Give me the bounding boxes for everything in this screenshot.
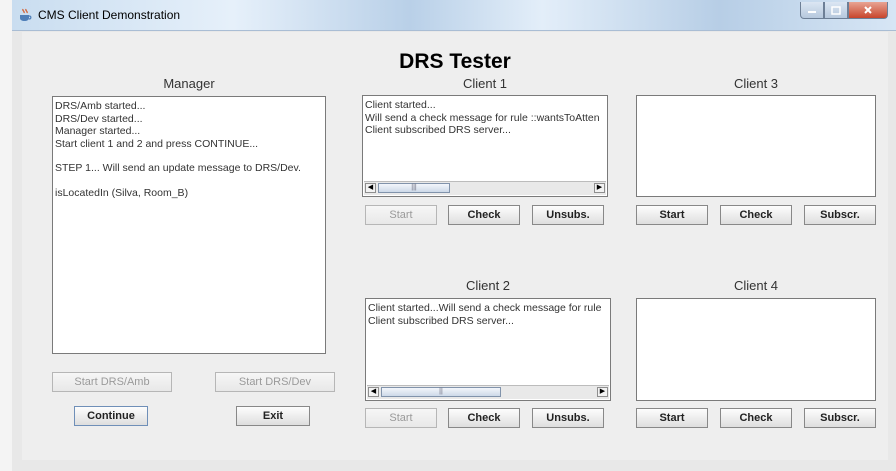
- client-1-start-button[interactable]: Start: [365, 205, 437, 225]
- close-button[interactable]: [848, 2, 888, 19]
- log-line: Start client 1 and 2 and press CONTINUE.…: [55, 137, 259, 150]
- log-line: Will send a check message for rule ::wan…: [365, 111, 600, 124]
- client-4-subscribe-button[interactable]: Subscr.: [804, 408, 876, 428]
- client-4-log-area[interactable]: [636, 298, 876, 401]
- maximize-button[interactable]: [824, 2, 848, 19]
- maximize-icon: [831, 5, 841, 15]
- scroll-thumb[interactable]: |||: [378, 183, 450, 193]
- client-1-unsubscribe-button[interactable]: Unsubs.: [532, 205, 604, 225]
- minimize-button[interactable]: [800, 2, 824, 19]
- arrow-right-icon[interactable]: ▶: [597, 387, 608, 397]
- client-1-log-area[interactable]: Client started... Will send a check mess…: [362, 95, 608, 197]
- manager-log-area[interactable]: DRS/Amb started... DRS/Dev started... Ma…: [52, 96, 326, 354]
- arrow-left-icon[interactable]: ◀: [368, 387, 379, 397]
- client-1-horizontal-scrollbar[interactable]: ◀ ||| ▶: [364, 181, 606, 195]
- client-2-start-button[interactable]: Start: [365, 408, 437, 428]
- minimize-icon: [808, 11, 816, 13]
- log-line: Client subscribed DRS server...: [368, 314, 514, 327]
- client-2-horizontal-scrollbar[interactable]: ◀ || ▶: [367, 385, 609, 399]
- window-controls: [800, 2, 888, 20]
- log-line: Client subscribed DRS server...: [365, 124, 511, 136]
- start-drs-amb-button[interactable]: Start DRS/Amb: [52, 372, 172, 392]
- client-4-label: Client 4: [733, 278, 779, 293]
- client-2-label: Client 2: [465, 278, 511, 293]
- client-3-log-area[interactable]: [636, 95, 876, 197]
- log-line: STEP 1... Will send an update message to…: [55, 162, 301, 174]
- log-line: Client started...Will send a check messa…: [368, 302, 602, 314]
- close-icon: [864, 6, 872, 14]
- client-4-start-button[interactable]: Start: [636, 408, 708, 428]
- client-3-start-button[interactable]: Start: [636, 205, 708, 225]
- main-panel: DRS Tester Manager DRS/Amb started... DR…: [22, 32, 888, 460]
- title-bar[interactable]: CMS Client Demonstration: [12, 0, 896, 31]
- log-line: Manager started...: [55, 125, 141, 137]
- client-1-check-button[interactable]: Check: [448, 205, 520, 225]
- start-drs-dev-button[interactable]: Start DRS/Dev: [215, 372, 335, 392]
- client-3-check-button[interactable]: Check: [720, 205, 792, 225]
- client-2-check-button[interactable]: Check: [448, 408, 520, 428]
- client-2-log-area[interactable]: Client started...Will send a check messa…: [365, 298, 611, 401]
- client-2-unsubscribe-button[interactable]: Unsubs.: [532, 408, 604, 428]
- client-4-check-button[interactable]: Check: [720, 408, 792, 428]
- client-1-label: Client 1: [462, 76, 508, 91]
- exit-button[interactable]: Exit: [236, 406, 310, 426]
- log-line: DRS/Amb started...: [55, 100, 146, 112]
- log-line: isLocatedIn (Silva, Room_B): [55, 186, 189, 199]
- log-line: Client started...: [365, 99, 436, 111]
- app-window: CMS Client Demonstration DRS Tester Mana…: [12, 0, 896, 471]
- scroll-thumb[interactable]: ||: [381, 387, 501, 397]
- page-title: DRS Tester: [399, 50, 511, 73]
- log-line: DRS/Dev started...: [55, 112, 143, 125]
- continue-button[interactable]: Continue: [74, 406, 148, 426]
- manager-label: Manager: [163, 76, 215, 91]
- java-cup-icon: [20, 8, 32, 21]
- arrow-right-icon[interactable]: ▶: [594, 183, 605, 193]
- arrow-left-icon[interactable]: ◀: [365, 183, 376, 193]
- client-3-subscribe-button[interactable]: Subscr.: [804, 205, 876, 225]
- window-title: CMS Client Demonstration: [38, 8, 181, 22]
- client-3-label: Client 3: [733, 76, 779, 91]
